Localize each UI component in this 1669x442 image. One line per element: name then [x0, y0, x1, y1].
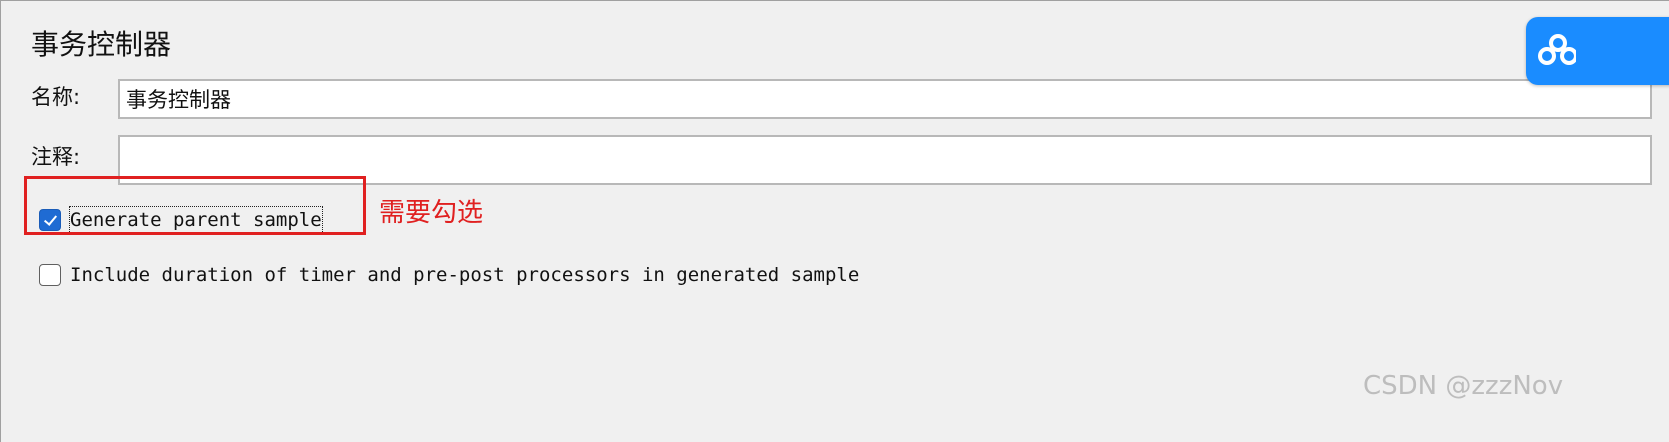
- floating-widget-button[interactable]: [1526, 17, 1669, 85]
- comment-label: 注释:: [31, 145, 81, 169]
- link-nodes-icon: [1538, 34, 1576, 65]
- include-duration-option[interactable]: Include duration of timer and pre-post p…: [39, 262, 859, 288]
- annotation-text: 需要勾选: [379, 198, 484, 228]
- watermark: CSDN @zzzNov: [1363, 371, 1564, 401]
- name-field[interactable]: [118, 79, 1652, 119]
- transaction-controller-panel: 事务控制器 名称: 注释: Generate parent sample Inc…: [0, 0, 1669, 442]
- include-duration-checkbox[interactable]: [39, 264, 61, 286]
- page-title: 事务控制器: [31, 28, 172, 61]
- include-duration-label[interactable]: Include duration of timer and pre-post p…: [70, 262, 859, 288]
- name-label: 名称:: [31, 85, 81, 109]
- annotation-highlight-box: [24, 176, 366, 235]
